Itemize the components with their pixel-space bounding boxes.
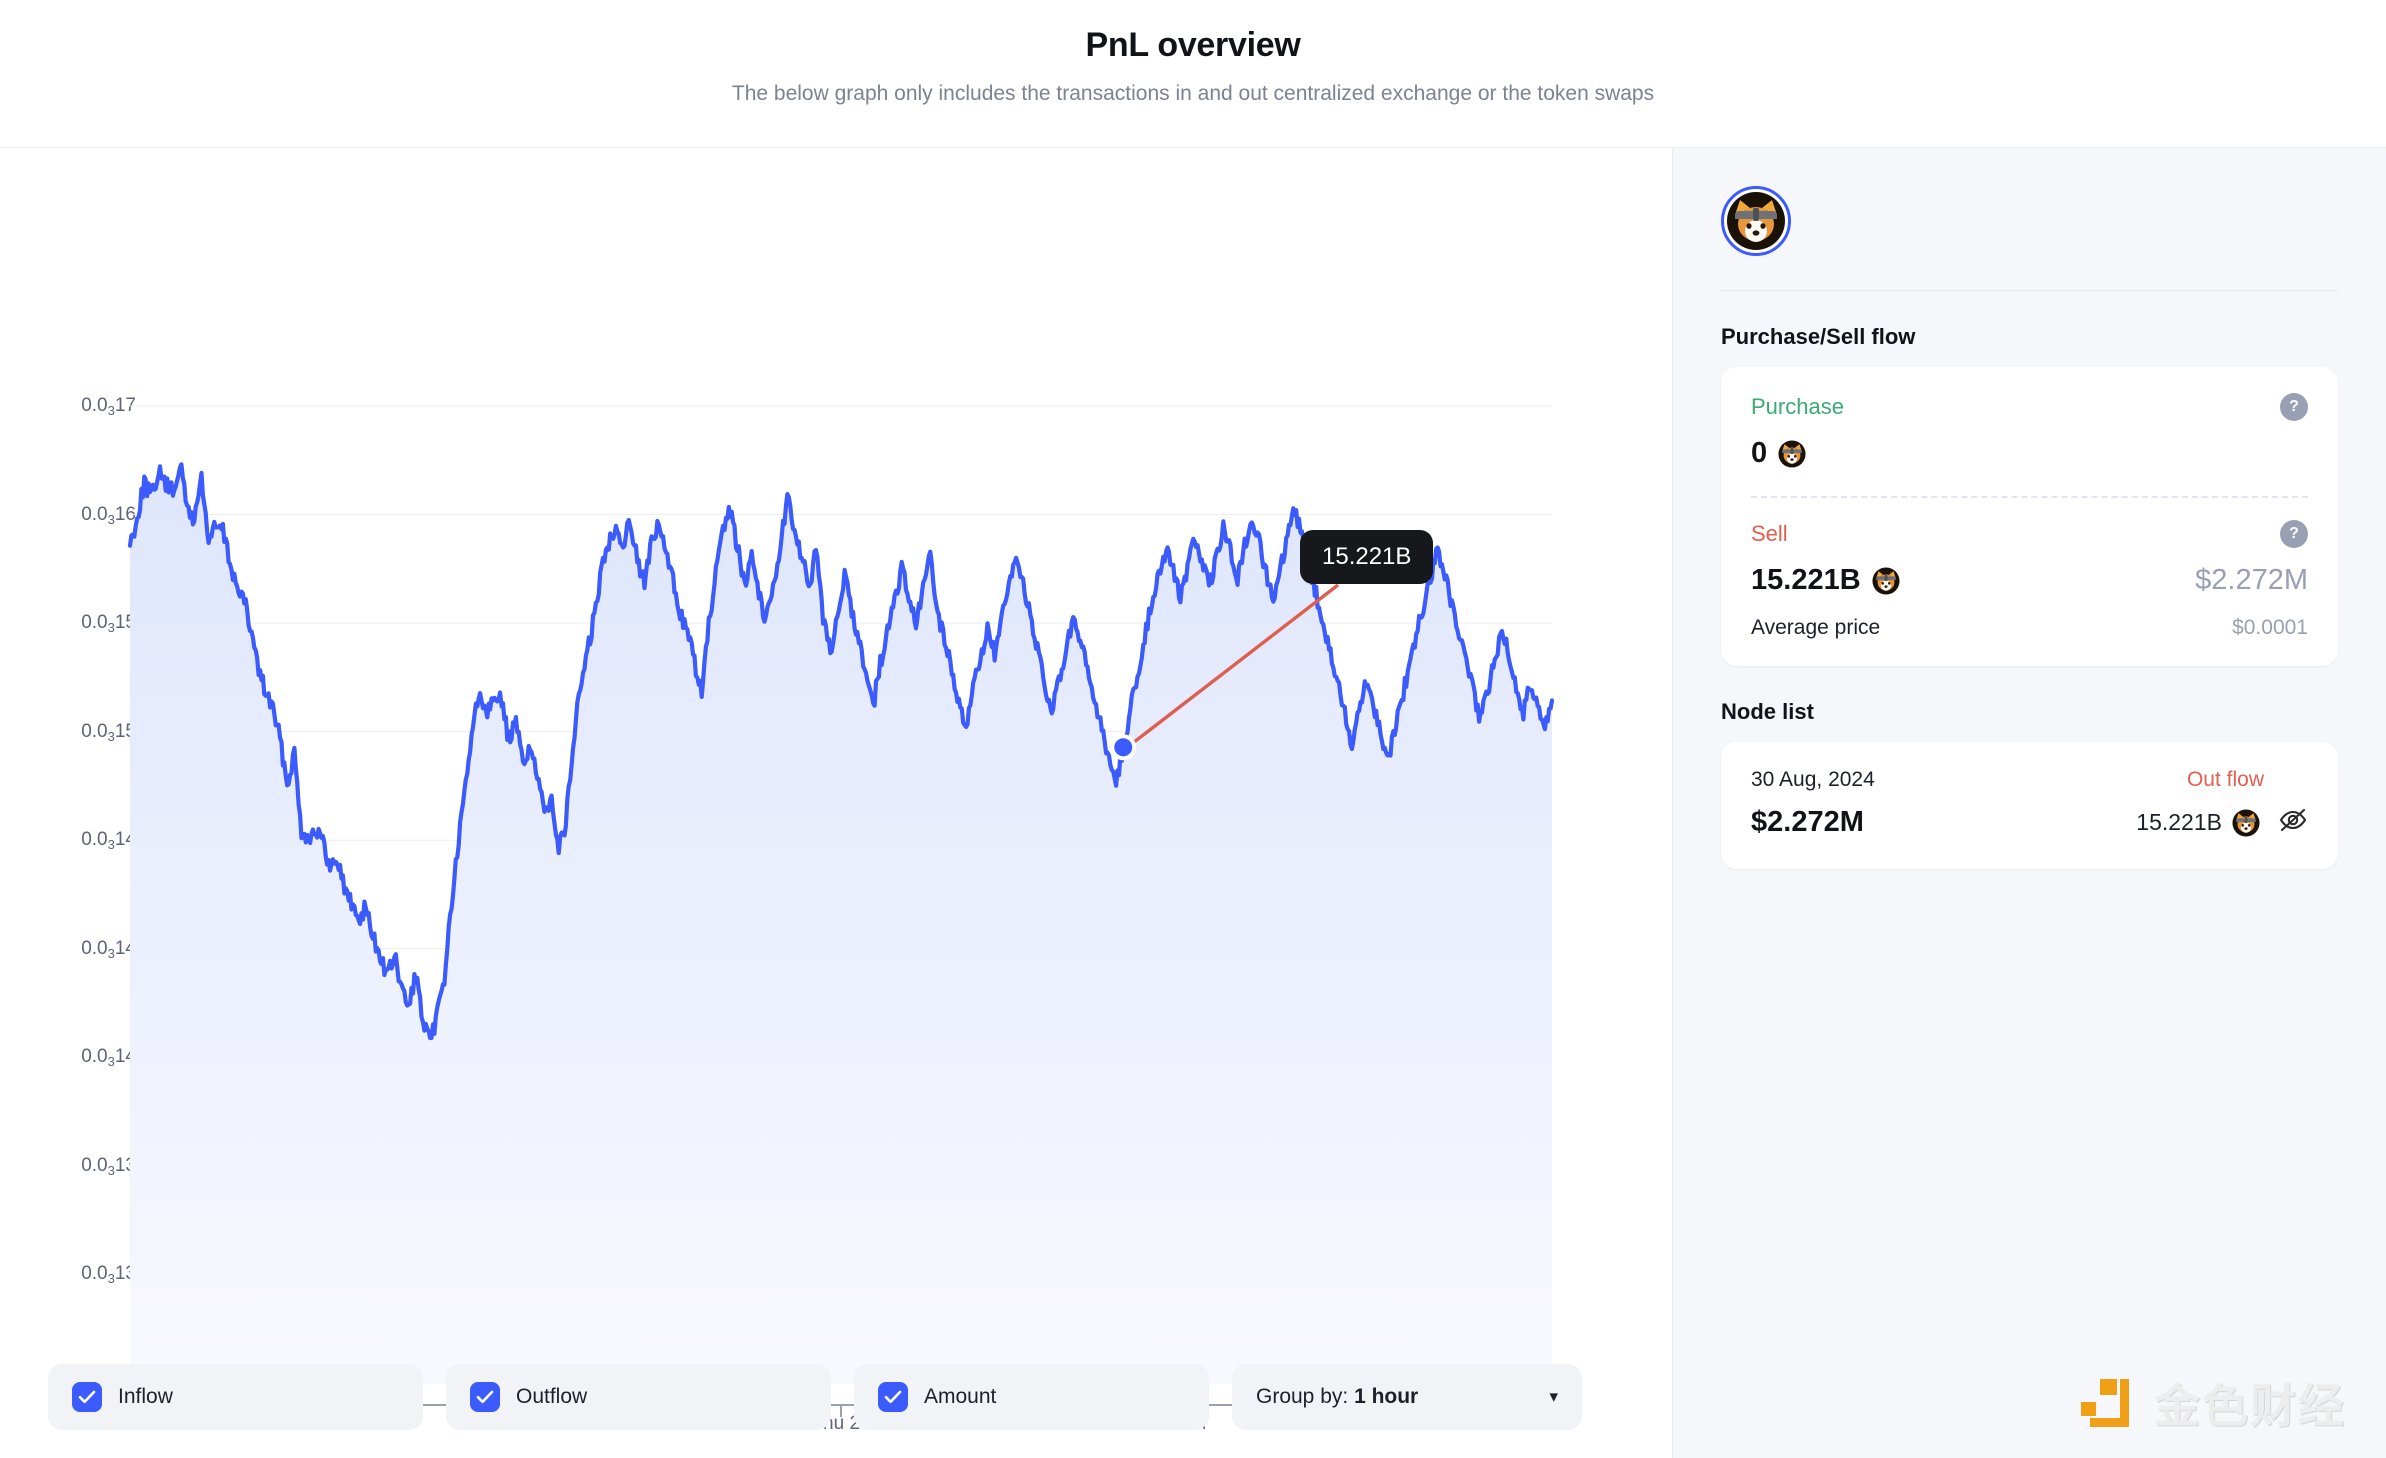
checkbox-checked-icon[interactable] (470, 1382, 500, 1412)
checkbox-checked-icon[interactable] (878, 1382, 908, 1412)
sell-usd-value: $2.272M (2195, 564, 2308, 596)
chevron-down-icon[interactable]: ▾ (1549, 1387, 1558, 1407)
purchase-help-icon[interactable]: ? (2280, 393, 2308, 421)
chart-controls: Inflow Outflow Amount Group by: 1 hour ▾ (48, 1364, 1582, 1430)
toggle-amount-label: Amount (924, 1385, 997, 1408)
page-title: PnL overview (1085, 26, 1301, 64)
brand-name: 金色财经 (2154, 1380, 2346, 1432)
sell-amount-row: 15.221B $2.272M (1751, 564, 2308, 597)
main-body: 0.0317 0.0316 0.0315 0.0315 0.0314 0.0314 0.03… (0, 148, 2386, 1458)
brand-logo: 金色财经 (2074, 1370, 2346, 1436)
chart-annotation-tooltip: 15.221B (1300, 530, 1434, 584)
sell-amount: 15.221B (1751, 564, 1900, 597)
group-by-label: Group by: 1 hour (1256, 1385, 1418, 1409)
floki-token-icon (2232, 808, 2260, 837)
floki-token-icon (1872, 566, 1900, 595)
price-chart[interactable]: 0.0317 0.0316 0.0315 0.0315 0.0314 0.0314 0.03… (0, 148, 1673, 1434)
node-right-group: 15.221B (2136, 807, 2308, 838)
average-price-row: Average price $0.0001 (1751, 616, 2308, 640)
node-token-amount-value: 15.221B (2136, 809, 2222, 835)
node-usd-value: $2.272M (1751, 806, 1864, 838)
sell-help-icon[interactable]: ? (2280, 520, 2308, 548)
average-price-label: Average price (1751, 616, 1881, 639)
group-by-value: 1 hour (1354, 1385, 1419, 1408)
node-row-bottom: $2.272M 15.221B (1751, 806, 2308, 839)
purchase-sell-flow-title: Purchase/Sell flow (1721, 324, 1916, 349)
floki-token-icon (1778, 439, 1806, 468)
flow-separator (1751, 496, 2308, 498)
node-list-title: Node list (1721, 699, 1814, 724)
toggle-outflow-label: Outflow (516, 1385, 588, 1408)
node-token-amount: 15.221B (2136, 808, 2260, 837)
details-pane: Purchase/Sell flow Purchase ? 0 Sell ? 1… (1673, 148, 2386, 1458)
toggle-amount[interactable]: Amount (854, 1364, 1209, 1430)
node-list-item[interactable]: 30 Aug, 2024 Out flow $2.272M 15.221B (1721, 742, 2338, 869)
purchase-sell-flow-card: Purchase ? 0 Sell ? 15.221B $2.272M Aver… (1721, 367, 2338, 666)
sell-amount-value: 15.221B (1751, 564, 1861, 596)
node-date: 30 Aug, 2024 (1751, 768, 1875, 791)
chart-pane: 0.0317 0.0316 0.0315 0.0315 0.0314 0.0314 0.03… (0, 148, 1673, 1458)
eye-off-icon[interactable] (2278, 807, 2308, 838)
purchase-amount: 0 (1751, 437, 1806, 470)
floki-token-icon[interactable] (1721, 186, 1791, 256)
toggle-inflow[interactable]: Inflow (48, 1364, 423, 1430)
page-header: PnL overview The below graph only includ… (0, 0, 2386, 148)
node-row-top: 30 Aug, 2024 Out flow (1751, 768, 2308, 792)
sell-row-header: Sell ? (1751, 520, 2308, 548)
purchase-label: Purchase (1751, 394, 1844, 419)
checkbox-checked-icon[interactable] (72, 1382, 102, 1412)
chart-canvas[interactable] (0, 148, 1673, 1458)
sell-label: Sell (1751, 521, 1788, 546)
toggle-outflow[interactable]: Outflow (446, 1364, 831, 1430)
group-by-dropdown[interactable]: Group by: 1 hour ▾ (1232, 1364, 1582, 1430)
jinse-logo-icon (2081, 1379, 2129, 1427)
toggle-inflow-label: Inflow (118, 1385, 173, 1408)
purchase-amount-row: 0 (1751, 437, 2308, 470)
group-by-prefix: Group by: (1256, 1385, 1355, 1408)
purchase-row-header: Purchase ? (1751, 393, 2308, 421)
average-price-value: $0.0001 (2232, 616, 2308, 639)
node-flow-type: Out flow (2186, 768, 2264, 791)
page-subtitle: The below graph only includes the transa… (731, 82, 1655, 105)
purchase-amount-value: 0 (1751, 437, 1768, 469)
panel-divider (1721, 290, 2338, 291)
